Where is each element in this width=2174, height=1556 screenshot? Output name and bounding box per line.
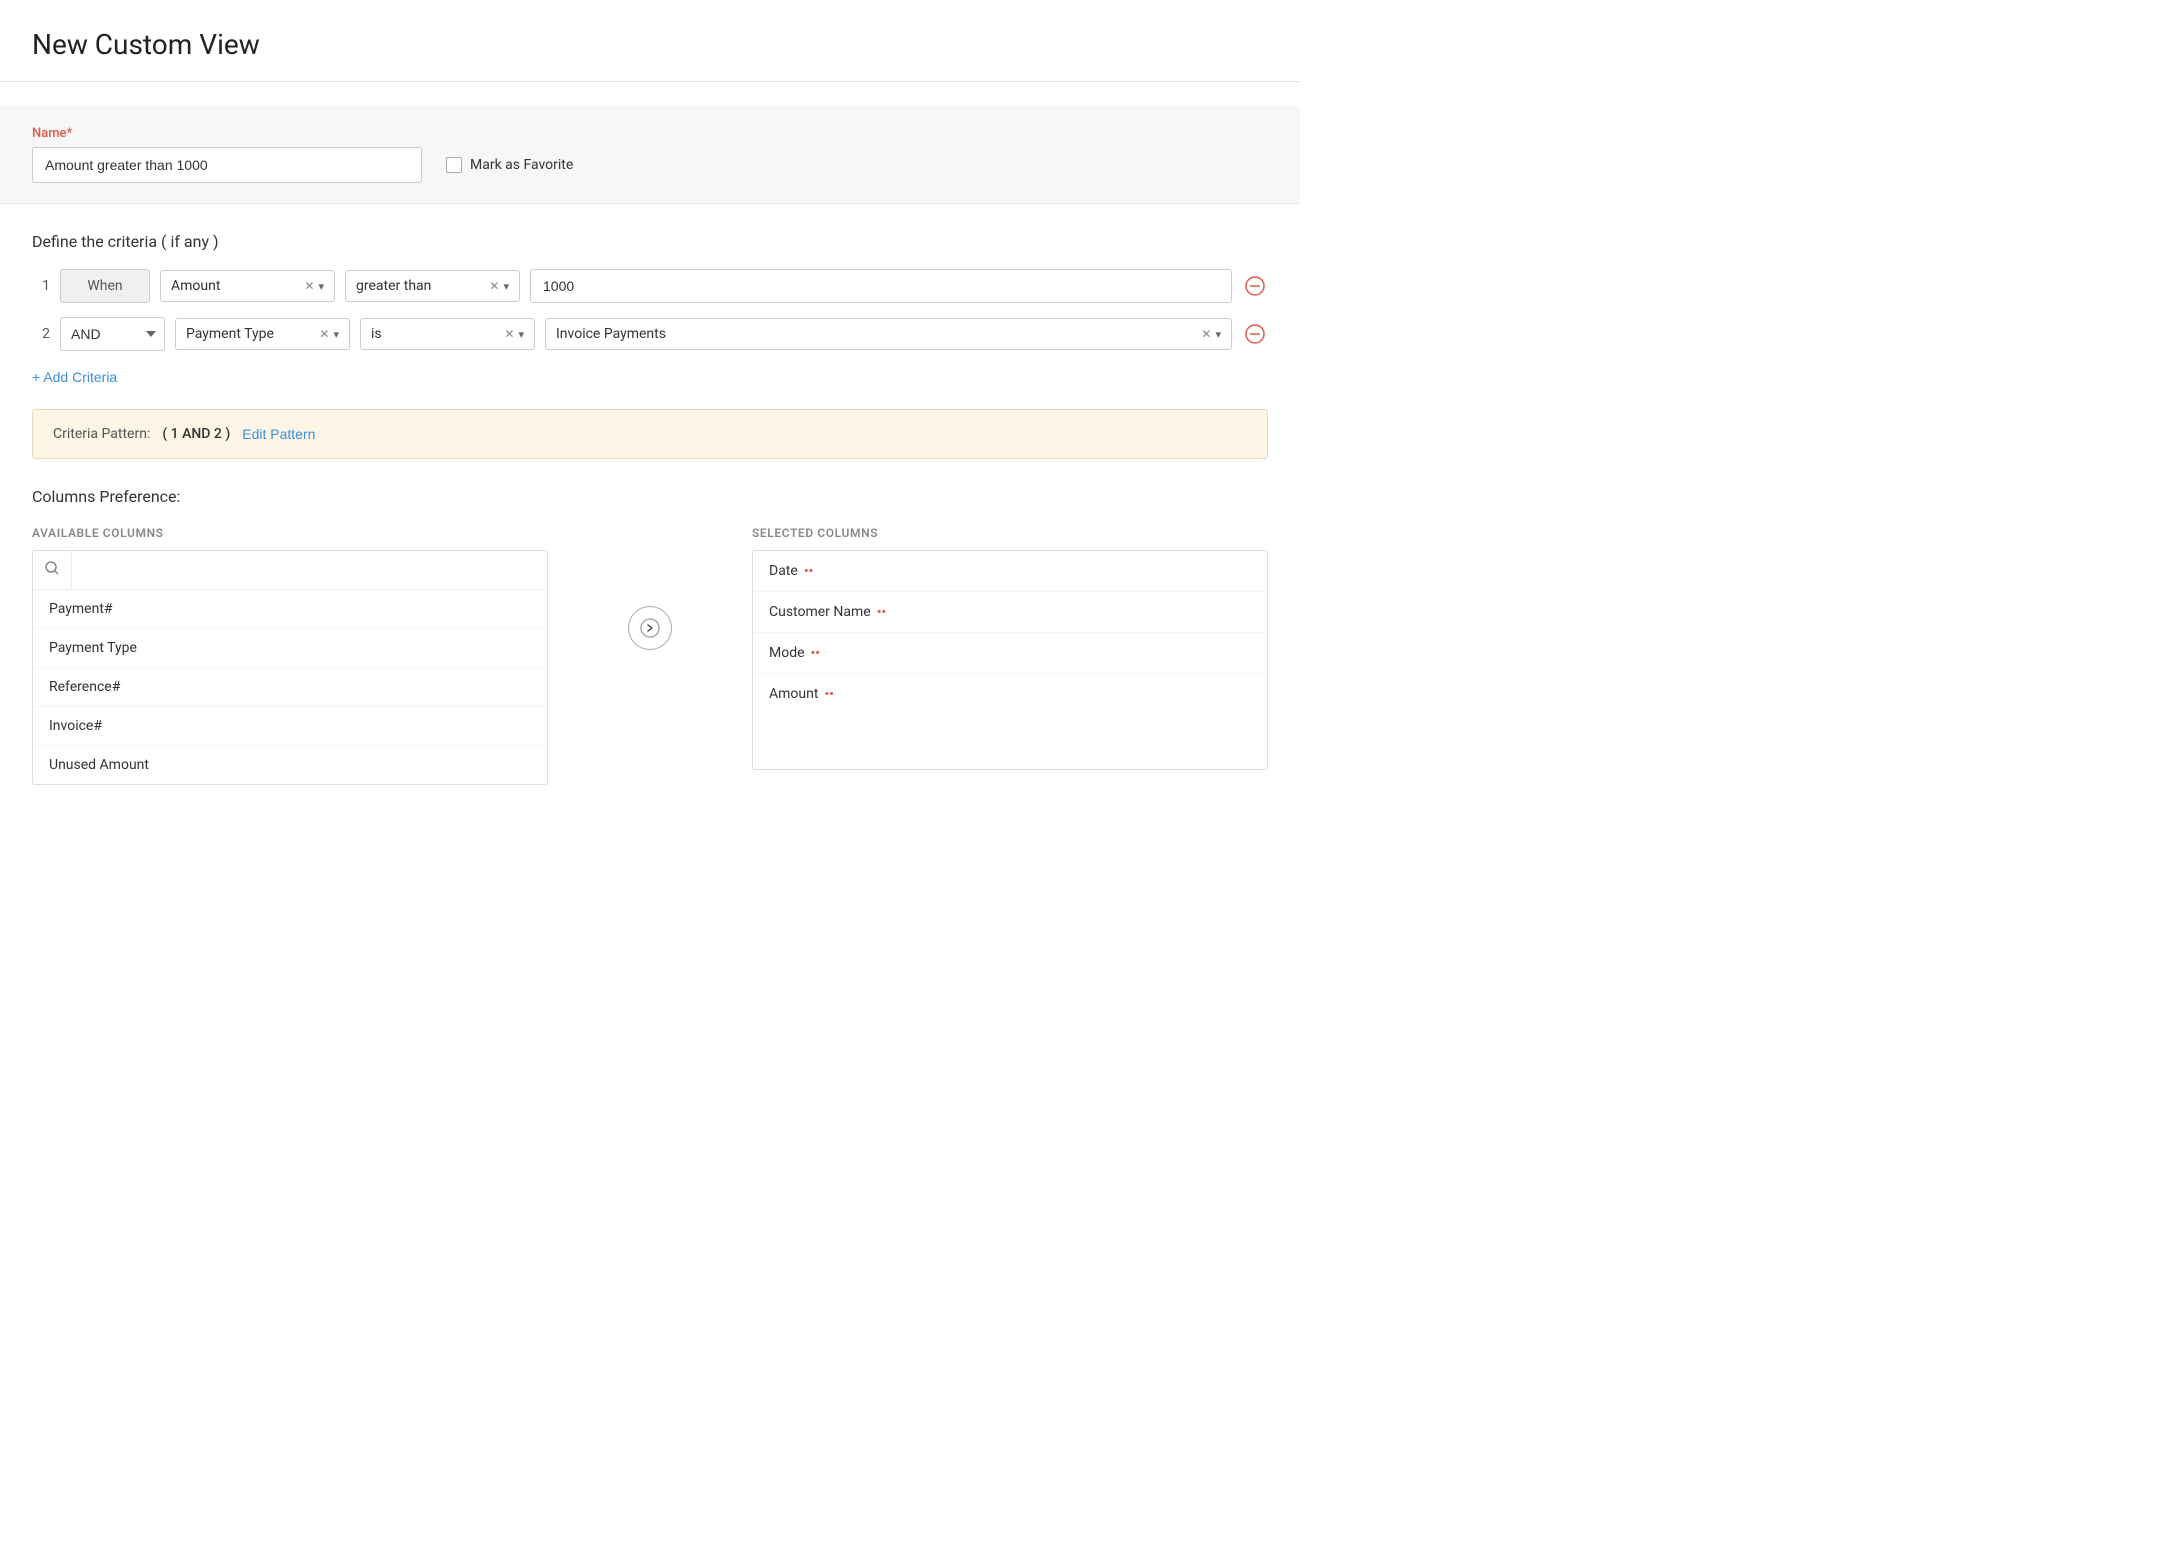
field-value-2: Payment Type (186, 326, 319, 342)
field-clear-1[interactable]: ✕ (304, 279, 314, 293)
selected-columns-label: SELECTED COLUMNS (752, 526, 1268, 540)
invoice-value-2: Invoice Payments (556, 326, 1201, 342)
selected-item-date-text: Date (769, 563, 798, 579)
required-dot-date: •• (804, 564, 813, 579)
required-dot-amount: •• (824, 687, 833, 702)
criteria-section-title: Define the criteria ( if any ) (32, 232, 1268, 251)
available-columns-section: AVAILABLE COLUMNS Payment# Payment Type … (32, 526, 548, 785)
pattern-value: ( 1 AND 2 ) (162, 426, 230, 442)
available-search-input[interactable] (72, 552, 547, 588)
pattern-label: Criteria Pattern: (53, 426, 150, 442)
selected-item-date[interactable]: Date •• (753, 551, 1267, 592)
operator-chevron-2: ▾ (518, 328, 524, 341)
selected-columns-section: SELECTED COLUMNS Date •• Customer Name •… (752, 526, 1268, 770)
field-chevron-2: ▾ (333, 328, 339, 341)
operator-chevron-1: ▾ (503, 280, 509, 293)
available-item-reference-hash[interactable]: Reference# (33, 668, 547, 707)
available-columns-label: AVAILABLE COLUMNS (32, 526, 548, 540)
criteria-row-2: 2 AND OR Payment Type ✕ ▾ is ✕ ▾ Invoice… (32, 317, 1268, 351)
required-dot-customer: •• (877, 605, 886, 620)
criteria-pattern-bar: Criteria Pattern: ( 1 AND 2 ) Edit Patte… (32, 409, 1268, 459)
row-num-1: 1 (32, 278, 50, 294)
name-section: Name* Mark as Favorite (0, 106, 1300, 204)
value-select-2[interactable]: Invoice Payments ✕ ▾ (545, 318, 1232, 350)
selected-item-mode[interactable]: Mode •• (753, 633, 1267, 674)
header-divider (0, 81, 1300, 82)
required-dot-mode: •• (811, 646, 820, 661)
name-input[interactable] (32, 147, 422, 183)
operator-select-1[interactable]: greater than ✕ ▾ (345, 270, 520, 302)
row-num-2: 2 (32, 326, 50, 342)
favorite-checkbox[interactable] (446, 157, 462, 173)
selected-item-mode-text: Mode (769, 645, 805, 661)
remove-criteria-2[interactable] (1242, 321, 1268, 347)
name-label: Name* (32, 126, 1268, 141)
operator-value-1: greater than (356, 278, 489, 294)
minus-circle-icon-1 (1245, 276, 1265, 296)
available-columns-box: Payment# Payment Type Reference# Invoice… (32, 550, 548, 785)
favorite-label[interactable]: Mark as Favorite (446, 157, 573, 173)
columns-title: Columns Preference: (32, 487, 1268, 506)
criteria-row-1: 1 When Amount ✕ ▾ greater than ✕ ▾ (32, 269, 1268, 303)
invoice-chevron-2: ▾ (1215, 328, 1221, 341)
selected-item-customer-name-text: Customer Name (769, 604, 871, 620)
selected-item-customer-name[interactable]: Customer Name •• (753, 592, 1267, 633)
operator-value-2: is (371, 326, 504, 342)
columns-layout: AVAILABLE COLUMNS Payment# Payment Type … (32, 526, 1268, 785)
add-criteria-button[interactable]: + Add Criteria (32, 369, 117, 385)
selected-item-amount[interactable]: Amount •• (753, 674, 1267, 714)
search-row (33, 551, 547, 590)
remove-criteria-1[interactable] (1242, 273, 1268, 299)
field-chevron-1: ▾ (318, 280, 324, 293)
selected-item-amount-text: Amount (769, 686, 818, 702)
value-input-1[interactable] (530, 269, 1232, 303)
available-item-invoice-hash[interactable]: Invoice# (33, 707, 547, 746)
minus-circle-icon-2 (1245, 324, 1265, 344)
field-clear-2[interactable]: ✕ (319, 327, 329, 341)
field-select-1[interactable]: Amount ✕ ▾ (160, 270, 335, 302)
operator-select-2[interactable]: is ✕ ▾ (360, 318, 535, 350)
name-row: Mark as Favorite (32, 147, 1268, 183)
when-button: When (60, 269, 150, 303)
available-item-unused-amount[interactable]: Unused Amount (33, 746, 547, 784)
operator-clear-1[interactable]: ✕ (489, 279, 499, 293)
selected-columns-box: Date •• Customer Name •• Mode •• Amount … (752, 550, 1268, 770)
field-value-1: Amount (171, 278, 304, 294)
transfer-btn-area (608, 606, 692, 650)
page-title: New Custom View (32, 28, 1268, 61)
field-select-2[interactable]: Payment Type ✕ ▾ (175, 318, 350, 350)
available-item-payment-type[interactable]: Payment Type (33, 629, 547, 668)
edit-pattern-button[interactable]: Edit Pattern (242, 426, 315, 442)
transfer-icon (640, 618, 660, 638)
search-icon (33, 551, 72, 589)
favorite-text: Mark as Favorite (470, 157, 573, 173)
operator-clear-2[interactable]: ✕ (504, 327, 514, 341)
and-select[interactable]: AND OR (60, 317, 165, 351)
invoice-clear-2[interactable]: ✕ (1201, 327, 1211, 341)
available-item-payment-hash[interactable]: Payment# (33, 590, 547, 629)
transfer-button[interactable] (628, 606, 672, 650)
